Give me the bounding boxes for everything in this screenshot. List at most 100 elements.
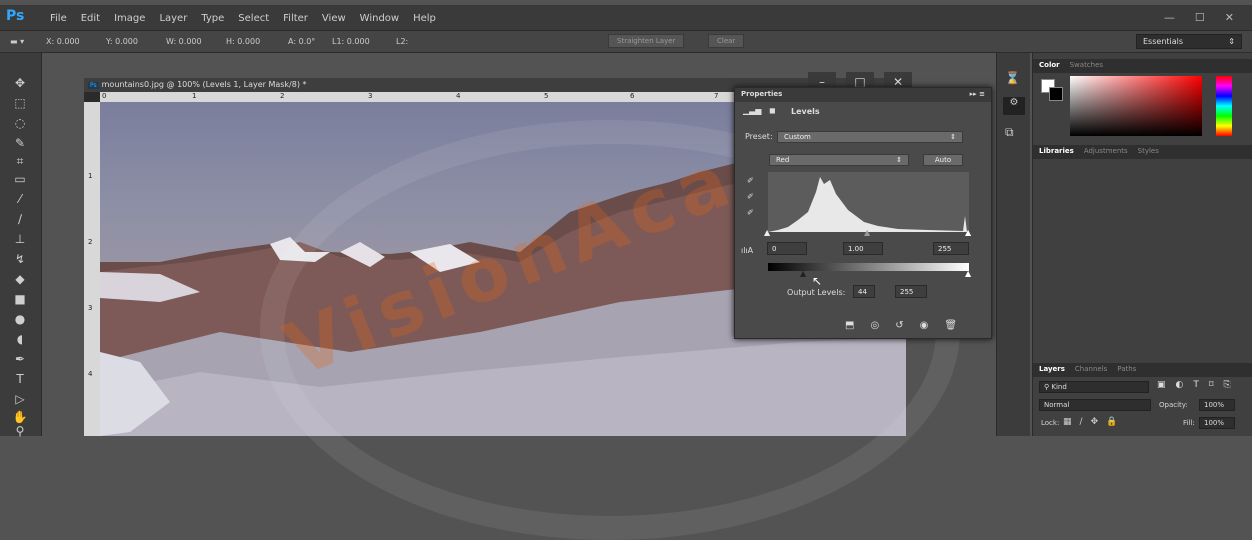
minimize-button[interactable]: — [1164, 11, 1175, 24]
restore-button[interactable]: ☐ [1195, 11, 1205, 24]
clear-button[interactable]: Clear [708, 34, 745, 48]
panel-menu-icon[interactable]: ▸▸ ≡ [970, 90, 985, 98]
lasso-tool-icon[interactable]: ◌ [12, 115, 28, 131]
menu-type[interactable]: Type [201, 13, 224, 24]
menu-layer[interactable]: Layer [159, 13, 187, 24]
l1-field[interactable]: L1: 0.000 [332, 37, 370, 46]
trash-icon[interactable]: 🗑 [944, 320, 957, 331]
blend-mode-select[interactable]: Normal [1039, 399, 1151, 411]
auto-button[interactable]: Auto [923, 154, 963, 166]
history-brush-icon[interactable]: ↯ [12, 251, 28, 267]
lock-pixels-icon[interactable]: ∕ [1080, 417, 1083, 427]
background-color-swatch[interactable] [1049, 87, 1063, 101]
layer-filter-kind[interactable]: ⚲ Kind [1039, 381, 1149, 393]
crop-tool-icon[interactable]: ⌗ [12, 153, 28, 169]
gray-eyedropper-icon[interactable]: ✐ [747, 192, 754, 201]
tab-libraries[interactable]: Libraries [1039, 147, 1074, 157]
color-picker-field[interactable] [1070, 76, 1202, 136]
tab-color[interactable]: Color [1039, 61, 1060, 71]
reset-icon[interactable]: ↺ [895, 320, 903, 331]
brush-tool-icon[interactable]: ∕ [12, 211, 28, 227]
dodge-tool-icon[interactable]: ◖ [12, 331, 28, 347]
zoom-tool-icon[interactable]: ⚲ [12, 423, 28, 439]
stamp-tool-icon[interactable]: ⊥ [12, 231, 28, 247]
view-previous-icon[interactable]: ◎ [870, 320, 879, 331]
output-white-slider[interactable]: ▲ [965, 269, 971, 278]
lock-position-icon[interactable]: ✥ [1091, 417, 1099, 427]
app-logo: Ps [6, 8, 25, 24]
straighten-layer-button[interactable]: Straighten Layer [608, 34, 685, 48]
menu-image[interactable]: Image [114, 13, 145, 24]
layers-tabs: Layers Channels Paths [1033, 363, 1252, 377]
tab-styles[interactable]: Styles [1138, 147, 1159, 157]
eraser-tool-icon[interactable]: ◆ [12, 271, 28, 287]
input-gamma-slider[interactable]: ▲ [864, 228, 870, 237]
tab-adjustments[interactable]: Adjustments [1084, 147, 1128, 157]
ruler-tick-label: 2 [280, 92, 285, 100]
menu-select[interactable]: Select [238, 13, 269, 24]
input-black-field[interactable]: 0 [767, 242, 807, 255]
black-eyedropper-icon[interactable]: ✐ [747, 176, 754, 185]
menu-help[interactable]: Help [413, 13, 436, 24]
x-field[interactable]: X: 0.000 [46, 37, 80, 46]
visibility-eye-icon[interactable]: ◉ [920, 320, 929, 331]
lock-transparency-icon[interactable]: ▦ [1063, 417, 1072, 427]
character-panel-icon[interactable]: ⧉ [1005, 125, 1014, 140]
color-tabs: Color Swatches [1033, 59, 1252, 73]
workspace-select[interactable]: Essentials ⇕ [1136, 34, 1242, 49]
path-select-icon[interactable]: ▷ [12, 391, 28, 407]
shape-filter-icon[interactable]: ⌑ [1209, 380, 1214, 390]
tab-paths[interactable]: Paths [1117, 365, 1136, 375]
layer-filter-icons: ▣ ◐ T ⌑ ⎘ [1157, 380, 1231, 390]
close-button[interactable]: ✕ [1225, 11, 1234, 24]
quick-select-tool-icon[interactable]: ✎ [12, 135, 28, 151]
type-filter-icon[interactable]: T [1193, 380, 1199, 390]
input-gamma-field[interactable]: 1.00 [843, 242, 883, 255]
output-black-field[interactable]: 44 [853, 285, 875, 298]
blur-tool-icon[interactable]: ● [12, 311, 28, 327]
menu-file[interactable]: File [50, 13, 67, 24]
ruler-tool-icon[interactable]: ▭ [12, 171, 28, 187]
healing-brush-icon[interactable]: ⁄ [12, 191, 28, 207]
fill-field[interactable]: 100% [1199, 417, 1235, 429]
marquee-tool-icon[interactable]: ⬚ [12, 95, 28, 111]
tab-swatches[interactable]: Swatches [1070, 61, 1103, 71]
menu-filter[interactable]: Filter [283, 13, 308, 24]
y-field[interactable]: Y: 0.000 [106, 37, 138, 46]
menu-view[interactable]: View [322, 13, 346, 24]
ruler-tool-icon[interactable]: ▬ ▾ [10, 37, 24, 46]
input-white-slider[interactable]: ▲ [965, 228, 971, 237]
h-field[interactable]: H: 0.000 [226, 37, 260, 46]
clip-to-layer-icon[interactable]: ⬒ [845, 320, 854, 331]
clipping-warning-icon[interactable]: ılıA [741, 246, 753, 255]
levels-histogram [768, 172, 969, 232]
tab-channels[interactable]: Channels [1075, 365, 1107, 375]
smart-object-filter-icon[interactable]: ⎘ [1224, 380, 1231, 390]
white-eyedropper-icon[interactable]: ✐ [747, 208, 754, 217]
menu-window[interactable]: Window [360, 13, 399, 24]
move-tool-icon[interactable]: ✥ [12, 75, 28, 91]
w-field[interactable]: W: 0.000 [166, 37, 202, 46]
angle-field[interactable]: A: 0.0° [288, 37, 315, 46]
preset-select[interactable]: Custom ⇕ [777, 131, 963, 143]
l2-field[interactable]: L2: [396, 37, 408, 46]
lock-all-icon[interactable]: 🔒 [1106, 417, 1117, 427]
tab-layers[interactable]: Layers [1039, 365, 1065, 375]
input-black-slider[interactable]: ▲ [764, 228, 770, 237]
adjustment-filter-icon[interactable]: ◐ [1176, 380, 1184, 390]
type-tool-icon[interactable]: T [12, 371, 28, 387]
menu-edit[interactable]: Edit [81, 13, 100, 24]
input-white-field[interactable]: 255 [933, 242, 969, 255]
properties-panel-icon[interactable]: ⚙ [1003, 97, 1025, 115]
output-black-slider[interactable]: ▲ [800, 269, 806, 278]
history-panel-icon[interactable]: ⌛ [1005, 71, 1020, 85]
levels-adjustment-icon[interactable]: ▁▃▅ [743, 106, 761, 115]
image-filter-icon[interactable]: ▣ [1157, 380, 1166, 390]
opacity-field[interactable]: 100% [1199, 399, 1235, 411]
channel-select[interactable]: Red ⇕ [769, 154, 909, 166]
layer-mask-icon[interactable]: ◼ [769, 106, 776, 115]
output-white-field[interactable]: 255 [895, 285, 927, 298]
hue-slider[interactable] [1216, 76, 1232, 136]
gradient-tool-icon[interactable]: ■ [12, 291, 28, 307]
pen-tool-icon[interactable]: ✒ [12, 351, 28, 367]
